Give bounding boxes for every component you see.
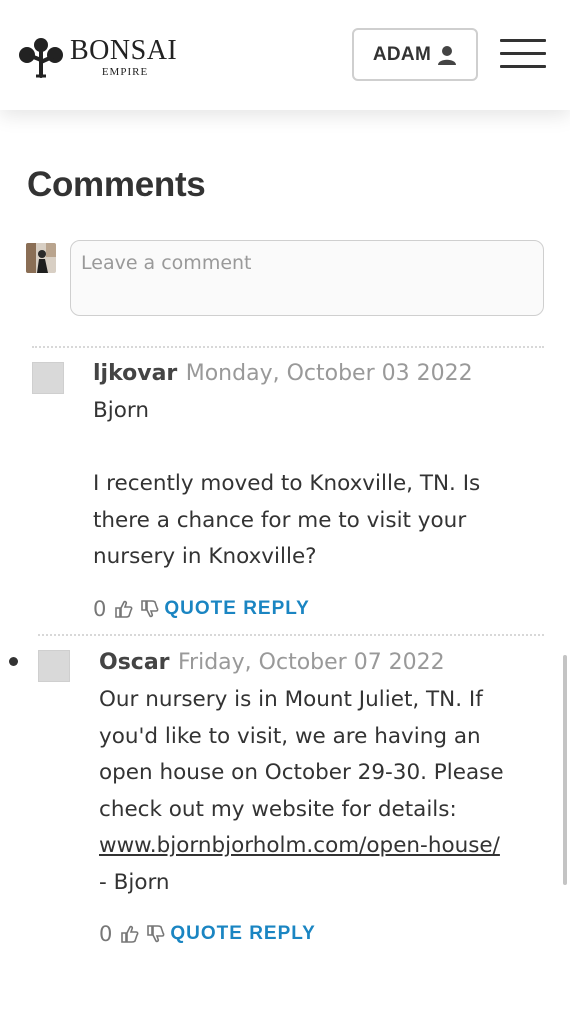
vote-count: 0 xyxy=(93,597,107,621)
comment-body: Bjorn I recently moved to Knoxville, TN.… xyxy=(93,393,480,576)
user-icon xyxy=(437,45,457,65)
bonsai-tree-icon xyxy=(18,36,64,78)
site-header: BONSAI EMPIRE ADAM xyxy=(0,0,570,110)
vote-count: 0 xyxy=(99,922,113,946)
comment-divider xyxy=(38,634,544,636)
comment-line: Our nursery is in Mount Juliet, TN. If xyxy=(99,687,483,712)
comment-date: Monday, October 03 2022 xyxy=(185,361,473,386)
current-user-avatar xyxy=(26,243,56,273)
comment-body: Our nursery is in Mount Juliet, TN. If y… xyxy=(99,682,504,902)
open-house-link[interactable]: www.bjornbjorholm.com/open-house/ xyxy=(99,833,500,858)
quote-reply-button[interactable]: QUOTE REPLY xyxy=(164,598,309,620)
bonsai-empire-logo[interactable]: BONSAI EMPIRE xyxy=(18,36,180,78)
scrollbar[interactable] xyxy=(563,655,567,885)
hamburger-menu-icon[interactable] xyxy=(500,39,546,71)
logo-name: BONSAI xyxy=(70,35,178,66)
comment-line: open house on October 29-30. Please xyxy=(99,760,504,786)
comment-divider xyxy=(32,346,544,348)
thumbs-up-icon[interactable] xyxy=(114,599,134,619)
commenter-avatar xyxy=(38,650,70,682)
comment-author[interactable]: ljkovar xyxy=(93,361,177,386)
comment-input[interactable] xyxy=(70,240,544,316)
comment-line: check out my website for details: xyxy=(99,796,457,822)
comments-heading: Comments xyxy=(27,165,206,204)
comment-line: there a chance for me to visit your xyxy=(93,507,467,533)
user-name-label: ADAM xyxy=(372,43,432,65)
comment-line: you'd like to visit, we are having an xyxy=(99,723,481,749)
comment-actions: 0 QUOTE REPLY xyxy=(99,922,316,946)
thumbs-up-icon[interactable] xyxy=(120,924,140,944)
thumbs-down-icon[interactable] xyxy=(140,599,160,619)
reply-bullet xyxy=(9,657,18,666)
comment-signoff: - Bjorn xyxy=(99,869,170,895)
comment-line: I recently moved to Knoxville, TN. Is xyxy=(93,471,481,497)
thumbs-down-icon[interactable] xyxy=(146,924,166,944)
comment-date: Friday, October 07 2022 xyxy=(178,650,445,675)
comment-line: nursery in Knoxville? xyxy=(93,544,317,570)
user-account-button[interactable]: ADAM xyxy=(352,28,478,81)
comment-actions: 0 QUOTE REPLY xyxy=(93,597,310,621)
commenter-avatar xyxy=(32,362,64,394)
quote-reply-button[interactable]: QUOTE REPLY xyxy=(170,923,315,945)
comment-blank-line xyxy=(93,430,480,467)
comment-line: Bjorn xyxy=(93,398,149,423)
logo-subtitle: EMPIRE xyxy=(101,66,149,78)
comment-author[interactable]: Oscar xyxy=(99,650,170,675)
